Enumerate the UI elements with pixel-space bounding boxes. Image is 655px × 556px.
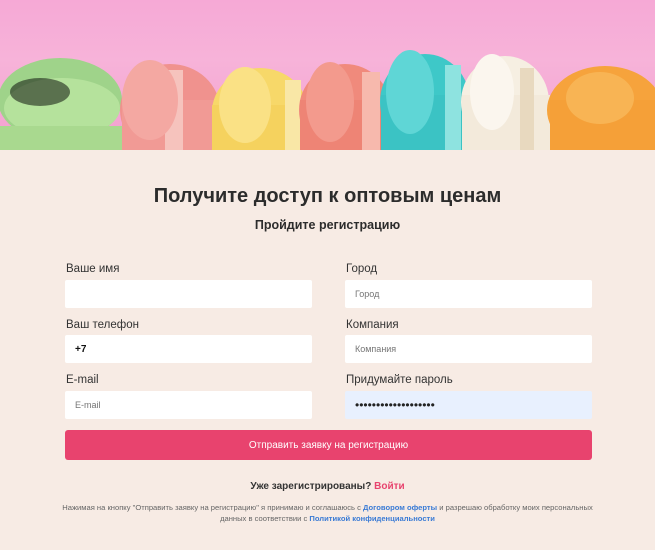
password-input[interactable]: •••••••••••••••••••: [345, 391, 592, 419]
name-label: Ваше имя: [66, 263, 120, 275]
phone-value: +7: [75, 343, 87, 355]
email-input[interactable]: [65, 391, 312, 419]
company-label: Компания: [346, 319, 399, 331]
consent-text-1: Нажимая на кнопку "Отправить заявку на р…: [62, 503, 364, 512]
page-subtitle: Пройдите регистрацию: [254, 218, 401, 232]
macarons-banner: [0, 0, 655, 150]
name-input[interactable]: [65, 280, 312, 308]
registration-page: Получите доступ к оптовым ценам Пройдите…: [0, 0, 655, 556]
password-masked-value: •••••••••••••••••••: [355, 398, 435, 412]
login-question: Уже зарегистрированы?: [250, 481, 372, 492]
submit-registration-button[interactable]: Отправить заявку на регистрацию: [65, 430, 592, 460]
login-link[interactable]: Войти: [374, 481, 405, 492]
bottom-strip: [0, 550, 655, 556]
login-prompt: Уже зарегистрированы? Войти: [0, 481, 655, 492]
city-label: Город: [346, 263, 378, 275]
consent-note: Нажимая на кнопку "Отправить заявку на р…: [60, 503, 595, 524]
page-title: Получите доступ к оптовым ценам: [153, 185, 502, 207]
phone-input[interactable]: +7: [65, 335, 312, 363]
email-label: E-mail: [66, 374, 99, 386]
offer-link[interactable]: Договором оферты: [363, 503, 437, 512]
password-label: Придумайте пароль: [346, 374, 453, 386]
city-input[interactable]: [345, 280, 592, 308]
phone-label: Ваш телефон: [66, 319, 139, 331]
macarons-illustration: [0, 50, 655, 150]
company-input[interactable]: [345, 335, 592, 363]
privacy-link[interactable]: Политикой конфиденциальности: [309, 514, 435, 523]
